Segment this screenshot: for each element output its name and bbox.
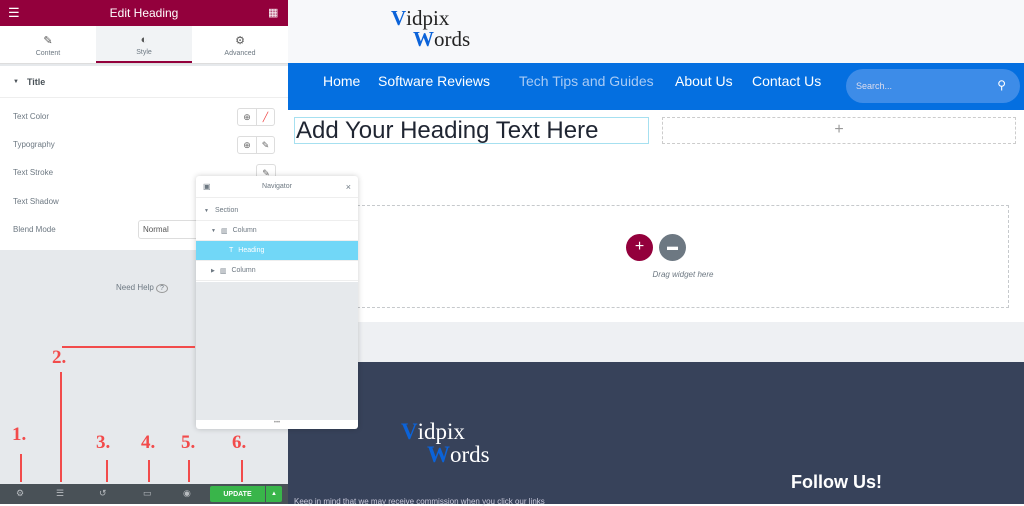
nav-item-section[interactable]: ▼ Section [196,201,358,221]
settings-icon[interactable]: ⚙ [16,488,24,499]
follow-us-heading: Follow Us! [791,472,882,492]
tab-label: Content [35,50,61,57]
logo-initial: V [401,419,418,444]
logo-initial: V [391,6,407,30]
tab-style[interactable]: ◐ Style [96,26,192,63]
site-logo[interactable]: Vidpix Words [391,8,470,50]
add-section-button[interactable]: + [626,234,653,261]
drag-hint: Drag widget here [652,270,714,279]
logo-text: idpix [417,419,465,444]
heading-widget[interactable]: Add Your Heading Text Here [294,117,649,144]
nav-item-heading[interactable]: T Heading [196,241,358,261]
nav-home[interactable]: Home [323,73,360,89]
annotation-6: 6. [232,432,247,453]
update-options-caret-icon[interactable]: ▲ [266,486,282,502]
typography-label: Typography [13,140,55,149]
arrow-3 [106,460,108,482]
preview-eye-icon[interactable]: ◉ [183,488,191,499]
arrow-6 [241,460,243,482]
close-icon[interactable]: × [346,182,351,192]
annotation-5: 5. [181,432,196,453]
footer-logo: Vidpix Words [401,420,490,466]
help-label: Need Help [116,283,154,292]
nav-item-column[interactable]: ▼ ▥ Column [196,221,358,241]
logo-initial: W [427,442,450,467]
annotation-3: 3. [96,432,111,453]
text-color-label: Text Color [13,112,50,121]
site-header: Vidpix Words [288,0,1024,63]
blend-mode-label: Blend Mode [13,225,56,234]
tab-label: Advanced [224,50,256,57]
nav-tech-tips[interactable]: Tech Tips and Guides [519,73,654,89]
search-input[interactable]: Search... ⚲ [846,69,1020,103]
heading-icon: T [229,247,234,254]
caret-right-icon: ▶ [211,267,215,274]
contrast-icon: ◐ [140,34,148,46]
nav-item-column[interactable]: ▶ ▥ Column [196,261,358,281]
typography-control: ⊕ ✎ [237,136,275,154]
annotation-1: 1. [12,424,27,445]
nav-contact-us[interactable]: Contact Us [752,73,821,89]
color-swatch[interactable]: ╱ [256,109,274,125]
item-label: Column [232,227,257,234]
navigator-body [196,282,358,420]
arrow-5 [188,460,190,482]
item-label: Section [214,207,239,214]
template-folder-button[interactable]: ▬ [659,234,686,261]
gear-icon: ⚙ [235,35,245,47]
add-widget-placeholder[interactable]: + [662,117,1016,144]
pencil-icon[interactable]: ✎ [256,137,274,153]
logo-text: ords [450,442,490,467]
column-icon: ▥ [219,267,227,275]
site-footer: Vidpix Words Keep in mind that we may re… [288,362,1024,506]
column-icon: ▥ [220,227,228,235]
tab-label: Style [136,49,152,56]
globe-icon[interactable]: ⊕ [238,109,256,125]
annotation-2: 2. [52,347,67,368]
nav-about-us[interactable]: About Us [675,73,733,89]
logo-text: ords [434,27,471,51]
panel-header: ☰ Edit Heading ▦ [0,0,288,26]
text-shadow-label: Text Shadow [13,197,59,206]
globe-icon[interactable]: ⊕ [238,137,256,153]
question-icon: ? [156,284,168,293]
arrow-2-right [62,346,195,348]
pencil-icon: ✎ [43,35,53,47]
arrow-1 [20,454,22,482]
update-button[interactable]: UPDATE [210,486,265,502]
text-color-control: ⊕ ╱ [237,108,275,126]
responsive-mode-icon[interactable]: ▭ [143,488,152,499]
tab-content[interactable]: ✎ Content [0,26,96,63]
text-stroke-label: Text Stroke [13,168,54,177]
history-icon[interactable]: ↺ [99,488,107,499]
item-label: Heading [238,247,265,254]
grid-icon[interactable]: ▦ [268,6,278,19]
caret-down-icon: ▼ [204,207,209,214]
section-toggle[interactable]: ▼ Title [0,66,288,98]
panel-tabs: ✎ Content ◐ Style ⚙ Advanced [0,26,288,64]
arrow-2-down [60,372,62,482]
navigator-title: Navigator [262,183,292,190]
panel-title: Edit Heading [109,6,179,20]
item-label: Column [231,267,256,274]
nav-software-reviews[interactable]: Software Reviews [378,73,490,89]
navigator-header[interactable]: ▣ Navigator × [196,176,358,198]
resize-handle[interactable]: ••• [196,420,358,429]
drop-zone[interactable]: + ▬ Drag widget here [357,205,1009,308]
hamburger-icon[interactable]: ☰ [8,5,20,21]
search-icon[interactable]: ⚲ [997,78,1006,92]
tab-advanced[interactable]: ⚙ Advanced [192,26,288,63]
annotation-4: 4. [141,432,156,453]
caret-down-icon: ▼ [211,227,216,234]
collapse-all-icon[interactable]: ▣ [203,182,211,191]
search-placeholder: Search... [856,81,893,91]
logo-initial: W [413,27,434,51]
footer-text: Keep in mind that we may receive commiss… [294,497,545,506]
arrow-4 [148,460,150,482]
caret-down-icon: ▼ [13,78,19,85]
navigator-panel: ▣ Navigator × ▼ Section ▼ ▥ Column T Heading… [196,176,358,429]
section-title: Title [26,76,46,87]
navigator-layers-icon[interactable]: ☰ [56,488,64,499]
need-help-link[interactable]: Need Help ? [116,283,168,293]
